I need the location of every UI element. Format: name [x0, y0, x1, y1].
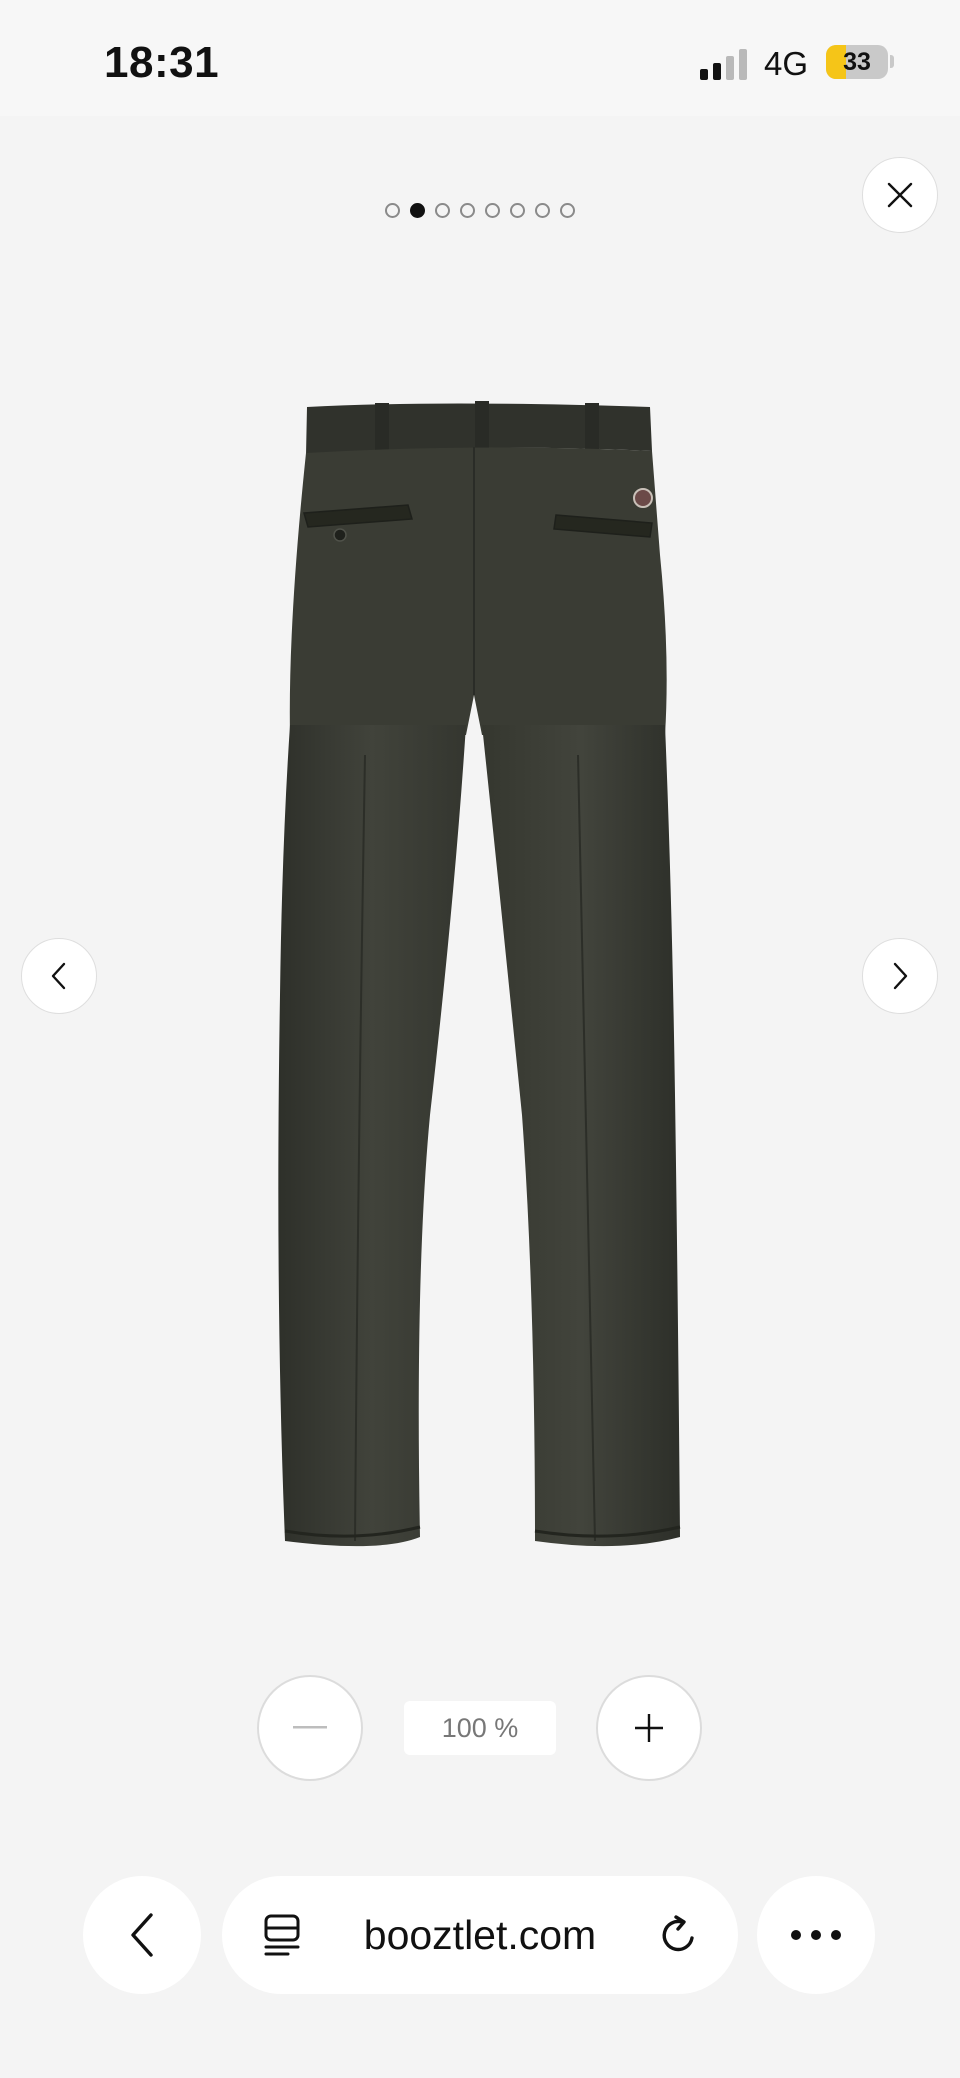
reload-icon[interactable] [658, 1914, 700, 1956]
more-options-button[interactable] [757, 1876, 875, 1994]
signal-bar [739, 49, 747, 80]
status-bar: 18:31 4G 33 [0, 0, 960, 116]
network-type: 4G [764, 45, 809, 82]
minus-icon [293, 1726, 327, 1729]
signal-bar [700, 69, 708, 80]
chevron-left-icon [51, 962, 66, 990]
page-menu-icon[interactable] [262, 1914, 302, 1956]
pagination-dot[interactable] [510, 203, 525, 218]
close-icon [887, 182, 913, 208]
product-image [278, 401, 681, 1547]
battery-icon: 33 [826, 45, 888, 79]
close-button[interactable] [862, 157, 938, 233]
zoom-level: 100 % [404, 1701, 556, 1755]
pagination-dot[interactable] [460, 203, 475, 218]
brand-logo [633, 488, 653, 508]
previous-image-button[interactable] [21, 938, 97, 1014]
pocket-button [333, 528, 347, 542]
pagination-dot[interactable] [560, 203, 575, 218]
more-icon [791, 1930, 841, 1940]
signal-icon [700, 48, 752, 80]
pagination-dot-active[interactable] [410, 203, 425, 218]
image-pagination [0, 203, 960, 218]
pagination-dot[interactable] [435, 203, 450, 218]
belt-loop [375, 403, 389, 455]
status-time: 18:31 [104, 38, 220, 87]
address-bar[interactable]: booztlet.com [222, 1876, 738, 1994]
chevron-right-icon [893, 962, 908, 990]
plus-icon [635, 1714, 663, 1742]
pagination-dot[interactable] [535, 203, 550, 218]
address-url[interactable]: booztlet.com [314, 1876, 646, 1994]
zoom-out-button[interactable] [257, 1675, 363, 1781]
signal-bar [713, 63, 721, 80]
pagination-dot[interactable] [485, 203, 500, 218]
signal-bar [726, 56, 734, 80]
seat-panel [289, 447, 667, 735]
belt-loop [475, 401, 489, 451]
next-image-button[interactable] [862, 938, 938, 1014]
battery-tip [890, 55, 894, 68]
zoom-in-button[interactable] [596, 1675, 702, 1781]
chevron-left-icon [131, 1913, 153, 1957]
belt-loop [585, 403, 599, 453]
left-leg [278, 725, 466, 1547]
battery-level: 33 [843, 48, 871, 76]
pagination-dot[interactable] [385, 203, 400, 218]
browser-back-button[interactable] [83, 1876, 201, 1994]
